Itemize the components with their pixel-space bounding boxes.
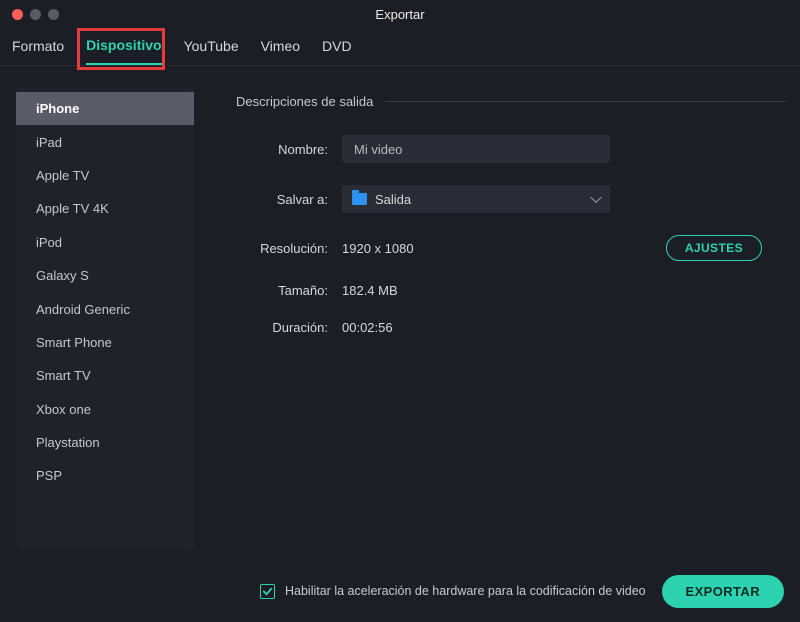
chevron-down-icon bbox=[590, 192, 601, 203]
hw-accel-checkbox[interactable]: Habilitar la aceleración de hardware par… bbox=[260, 584, 646, 599]
maximize-window-button[interactable] bbox=[48, 9, 59, 20]
sidebar-item-label: Playstation bbox=[36, 435, 100, 450]
save-to-value: Salida bbox=[375, 192, 411, 207]
tab-youtube[interactable]: YouTube bbox=[184, 38, 239, 64]
tab-vimeo[interactable]: Vimeo bbox=[261, 38, 300, 64]
divider bbox=[385, 101, 786, 102]
traffic-lights bbox=[0, 9, 59, 20]
resolution-label: Resolución: bbox=[236, 241, 342, 256]
device-list: iPhone iPad Apple TV Apple TV 4K iPod Ga… bbox=[16, 88, 194, 550]
folder-icon bbox=[352, 193, 367, 205]
sidebar-item-xbox-one[interactable]: Xbox one bbox=[16, 393, 194, 426]
sidebar-item-label: Galaxy S bbox=[36, 268, 89, 283]
size-value: 182.4 MB bbox=[342, 283, 398, 298]
tab-dvd[interactable]: DVD bbox=[322, 38, 352, 64]
save-to-select[interactable]: Salida bbox=[342, 185, 610, 213]
minimize-window-button[interactable] bbox=[30, 9, 41, 20]
sidebar-item-label: PSP bbox=[36, 468, 62, 483]
sidebar-item-galaxy-s[interactable]: Galaxy S bbox=[16, 259, 194, 292]
sidebar-item-label: Apple TV bbox=[36, 168, 89, 183]
tab-label: Vimeo bbox=[261, 38, 300, 54]
tab-label: YouTube bbox=[184, 38, 239, 54]
settings-button[interactable]: AJUSTES bbox=[666, 235, 762, 261]
sidebar-item-iphone[interactable]: iPhone bbox=[16, 92, 194, 125]
duration-label: Duración: bbox=[236, 320, 342, 335]
footer: Habilitar la aceleración de hardware par… bbox=[0, 574, 800, 622]
sidebar-item-smart-phone[interactable]: Smart Phone bbox=[16, 326, 194, 359]
name-label: Nombre: bbox=[236, 142, 342, 157]
tab-formato[interactable]: Formato bbox=[12, 38, 64, 64]
section-title: Descripciones de salida bbox=[236, 94, 373, 109]
sidebar-item-label: iPhone bbox=[36, 101, 79, 116]
close-window-button[interactable] bbox=[12, 9, 23, 20]
sidebar-item-apple-tv-4k[interactable]: Apple TV 4K bbox=[16, 192, 194, 225]
checkbox-icon bbox=[260, 584, 275, 599]
sidebar-item-label: Apple TV 4K bbox=[36, 201, 109, 216]
sidebar-item-smart-tv[interactable]: Smart TV bbox=[16, 359, 194, 392]
tab-bar: Formato Dispositivo YouTube Vimeo DVD bbox=[0, 28, 800, 66]
tab-label: Dispositivo bbox=[86, 37, 161, 53]
sidebar-item-apple-tv[interactable]: Apple TV bbox=[16, 159, 194, 192]
hw-accel-label: Habilitar la aceleración de hardware par… bbox=[285, 584, 646, 598]
sidebar-item-android-generic[interactable]: Android Generic bbox=[16, 292, 194, 325]
tab-label: Formato bbox=[12, 38, 64, 54]
output-settings-panel: Descripciones de salida Nombre: Salvar a… bbox=[194, 88, 786, 550]
resolution-value: 1920 x 1080 bbox=[342, 241, 414, 256]
save-to-label: Salvar a: bbox=[236, 192, 342, 207]
duration-value: 00:02:56 bbox=[342, 320, 393, 335]
window-title: Exportar bbox=[0, 7, 800, 22]
export-button[interactable]: EXPORTAR bbox=[662, 575, 784, 608]
sidebar-item-psp[interactable]: PSP bbox=[16, 459, 194, 492]
sidebar-item-label: Android Generic bbox=[36, 302, 130, 317]
sidebar-item-label: Xbox one bbox=[36, 402, 91, 417]
sidebar-item-label: Smart Phone bbox=[36, 335, 112, 350]
sidebar-item-label: iPod bbox=[36, 235, 62, 250]
sidebar-item-label: Smart TV bbox=[36, 368, 91, 383]
sidebar-item-playstation[interactable]: Playstation bbox=[16, 426, 194, 459]
size-label: Tamaño: bbox=[236, 283, 342, 298]
tab-dispositivo[interactable]: Dispositivo bbox=[86, 37, 161, 65]
name-input[interactable] bbox=[342, 135, 610, 163]
tab-label: DVD bbox=[322, 38, 352, 54]
sidebar-item-ipad[interactable]: iPad bbox=[16, 125, 194, 158]
sidebar-item-label: iPad bbox=[36, 135, 62, 150]
titlebar: Exportar bbox=[0, 0, 800, 28]
sidebar-item-ipod[interactable]: iPod bbox=[16, 226, 194, 259]
